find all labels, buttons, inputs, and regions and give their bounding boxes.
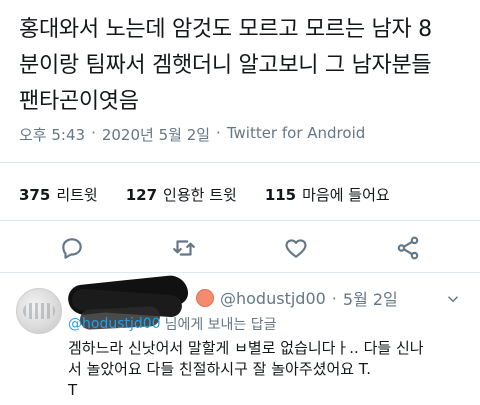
retweets-label: 리트윗 [56,186,98,204]
tweet-text-line: 팬타곤이엿음 [19,89,139,114]
tweet-time[interactable]: 오후 5:43 [19,124,85,145]
reply-body-line: 겜하느라 신낫어서 말할게 ㅂ별로 없습니다ㅏ.. 다들 신나 [68,339,424,357]
tweet-stats: 375 리트윗 127 인용한 트윗 115 마음에 들어요 [19,184,390,205]
divider [0,272,480,273]
like-button[interactable] [282,234,310,262]
reply-date[interactable]: 5월 2일 [343,286,398,310]
likes-label: 마음에 들어요 [302,186,390,204]
reply-tweet[interactable]: @hodustjd00 · 5월 2일 @hodustjd00 님에게 보내는 … [0,273,480,405]
reply-to-line: @hodustjd00 님에게 보내는 답글 [68,314,277,334]
reply-header: @hodustjd00 · 5월 2일 [196,286,398,310]
meta-separator: · [216,124,221,142]
avatar[interactable] [16,288,62,334]
reply-to-handle[interactable]: @hodustjd00 [68,316,161,332]
divider [0,162,480,163]
more-options-button[interactable] [444,290,462,308]
retweets-count: 375 [19,186,51,204]
tweet-client[interactable]: Twitter for Android [227,124,365,145]
meta-separator: · [331,288,337,308]
quotes-label: 인용한 트윗 [163,186,237,204]
reply-body-line: T [68,381,78,399]
share-button[interactable] [394,234,422,262]
meta-separator: · [91,124,96,142]
tweet-text-line: 홍대와서 노는데 암것도 모르고 모르는 남자 8 [19,17,432,42]
reply-button[interactable] [58,234,86,262]
peach-emoji-icon [196,289,214,307]
tweet-date[interactable]: 2020년 5월 2일 [102,124,210,145]
reply-body-line: 서 놀았어요 다들 친절하시구 잘 놀아주셨어요 T. [68,360,371,378]
divider [0,220,480,221]
tweet-text-line: 분이랑 팀짜서 겜햇더니 알고보니 그 남자분들 [19,53,432,78]
retweets-stat[interactable]: 375 리트윗 [19,184,98,205]
tweet-meta: 오후 5:43 · 2020년 5월 2일 · Twitter for Andr… [19,124,365,145]
reply-icon [62,238,82,259]
heart-icon [285,239,307,258]
share-icon [397,236,419,260]
retweet-button[interactable] [170,234,198,262]
quotes-count: 127 [125,186,158,204]
reply-to-suffix: 님에게 보내는 답글 [164,317,277,333]
quotes-stat[interactable]: 127 인용한 트윗 [126,184,237,205]
reply-handle[interactable]: @hodustjd00 [220,289,326,308]
tweet-actions [0,226,480,270]
reply-body: 겜하느라 신낫어서 말할게 ㅂ별로 없습니다ㅏ.. 다들 신나 서 놀았어요 다… [68,338,468,401]
chevron-down-icon [447,296,459,303]
retweet-icon [173,240,195,256]
likes-count: 115 [264,186,297,204]
tweet-text: 홍대와서 노는데 암것도 모르고 모르는 남자 8 분이랑 팀짜서 겜햇더니 알… [19,12,469,120]
likes-stat[interactable]: 115 마음에 들어요 [265,184,390,205]
